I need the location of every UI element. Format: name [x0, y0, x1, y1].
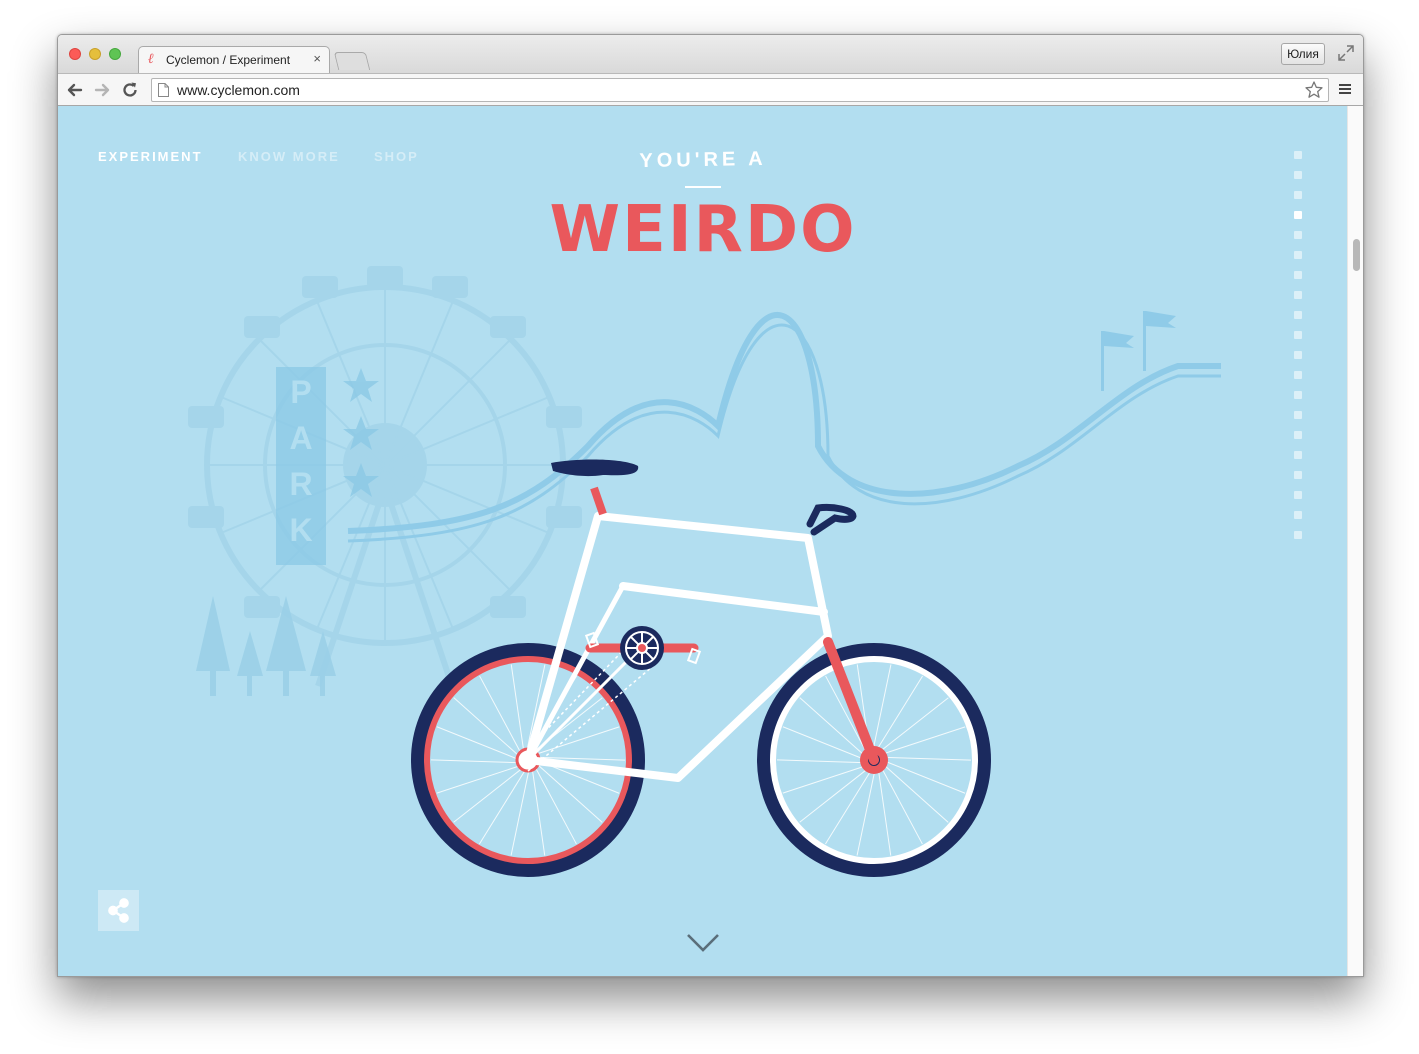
new-tab-button[interactable]	[333, 52, 371, 70]
page-indicator-dot[interactable]	[1294, 411, 1302, 419]
park-sign-letter: A	[289, 420, 312, 456]
bicycle-illustration	[411, 459, 991, 877]
page-indicator-dot[interactable]	[1294, 151, 1302, 159]
page-indicator-dot[interactable]	[1294, 171, 1302, 179]
wheel-spoke	[531, 766, 546, 856]
page-indicator[interactable]	[1294, 151, 1303, 551]
forward-arrow-icon[interactable]	[91, 79, 113, 101]
hamburger-menu-icon[interactable]	[1338, 82, 1352, 96]
window-maximize-button[interactable]	[109, 48, 121, 60]
wheel-spoke	[824, 767, 874, 845]
nav-link-experiment[interactable]: EXPERIMENT	[98, 149, 203, 164]
wheel-spoke	[453, 766, 525, 823]
fullscreen-icon[interactable]	[1337, 44, 1355, 62]
headline-kicker: YOU'RE A	[639, 147, 767, 173]
wheel-spoke	[799, 766, 871, 823]
wheel-spoke	[478, 767, 528, 845]
user-profile-button[interactable]: Юлия	[1281, 43, 1325, 65]
tab-title: Cyclemon / Experiment	[166, 53, 291, 67]
address-bar[interactable]: www.cyclemon.com	[151, 78, 1329, 102]
wheel-spoke	[776, 759, 867, 764]
share-button[interactable]	[98, 890, 139, 931]
wheel-spoke	[430, 759, 521, 764]
page-viewport: PARK EXPERIMENT KNOW MORE SHOP YOU'RE A …	[58, 106, 1347, 976]
window-minimize-button[interactable]	[89, 48, 101, 60]
park-sign-illustration: PARK	[276, 367, 326, 565]
wheel-spoke	[877, 697, 949, 754]
page-indicator-dot[interactable]	[1294, 471, 1302, 479]
page-indicator-dot[interactable]	[1294, 351, 1302, 359]
page-indicator-dot[interactable]	[1294, 211, 1302, 219]
url-text: www.cyclemon.com	[177, 82, 300, 98]
vertical-scrollbar[interactable]	[1347, 106, 1363, 976]
wheel-spoke	[881, 756, 972, 761]
wheel-spoke	[881, 762, 949, 823]
page-indicator-dot[interactable]	[1294, 291, 1302, 299]
window-close-button[interactable]	[69, 48, 81, 60]
cyclemon-favicon-icon: ℓ	[148, 51, 154, 67]
page-indicator-dot[interactable]	[1294, 371, 1302, 379]
page-indicator-dot[interactable]	[1294, 531, 1302, 539]
tab-bar: ℓ Cyclemon / Experiment × Юлия	[58, 35, 1363, 73]
page-indicator-dot[interactable]	[1294, 331, 1302, 339]
page-indicator-dot[interactable]	[1294, 251, 1302, 259]
share-icon	[108, 898, 129, 923]
page-indicator-dot[interactable]	[1294, 311, 1302, 319]
park-sign-letter: K	[289, 512, 312, 548]
nav-link-shop[interactable]: SHOP	[374, 149, 419, 164]
page-indicator-dot[interactable]	[1294, 271, 1302, 279]
bookmark-star-icon[interactable]	[1304, 80, 1324, 100]
wheel-spoke	[874, 675, 924, 753]
page-indicator-dot[interactable]	[1294, 431, 1302, 439]
saddle-illustration	[551, 459, 639, 477]
scrollbar-thumb[interactable]	[1353, 239, 1360, 271]
tab-close-icon[interactable]: ×	[313, 51, 321, 66]
page-indicator-dot[interactable]	[1294, 491, 1302, 499]
page-indicator-dot[interactable]	[1294, 511, 1302, 519]
wheel-spoke	[510, 767, 530, 856]
headline-divider	[685, 186, 721, 188]
park-sign-letter: R	[289, 466, 312, 502]
back-arrow-icon[interactable]	[64, 79, 86, 101]
wheel-spoke	[436, 726, 521, 761]
wheel-spoke	[879, 764, 923, 845]
wheel-spoke	[453, 697, 521, 758]
wheel-spoke	[872, 664, 892, 753]
reload-icon[interactable]	[119, 79, 141, 101]
wheel-spoke	[533, 764, 577, 845]
nav-link-know-more[interactable]: KNOW MORE	[238, 149, 340, 164]
stars-illustration	[343, 368, 379, 497]
page-indicator-dot[interactable]	[1294, 191, 1302, 199]
browser-toolbar: www.cyclemon.com	[58, 73, 1363, 106]
page-indicator-dot[interactable]	[1294, 391, 1302, 399]
headline-title: WEIRDO	[549, 193, 857, 267]
wheel-spoke	[782, 726, 867, 761]
page-icon	[158, 83, 169, 97]
wheel-spoke	[881, 759, 966, 794]
browser-tab[interactable]: ℓ Cyclemon / Experiment ×	[138, 46, 330, 73]
scroll-down-chevron-icon[interactable]	[686, 933, 720, 953]
park-sign-letter: P	[290, 374, 311, 410]
page-indicator-dot[interactable]	[1294, 451, 1302, 459]
page-indicator-dot[interactable]	[1294, 231, 1302, 239]
wheel-spoke	[877, 766, 892, 856]
browser-window: ℓ Cyclemon / Experiment × Юлия www.cycle…	[57, 34, 1364, 977]
wheel-spoke	[856, 767, 876, 856]
